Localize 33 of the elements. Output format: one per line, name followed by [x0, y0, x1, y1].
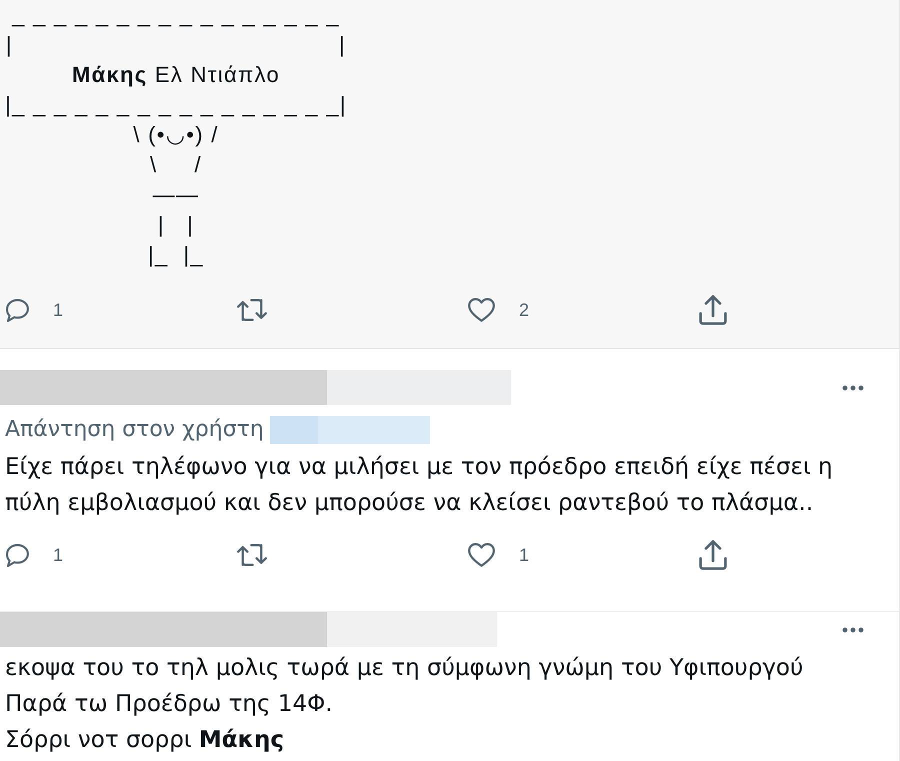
speech-bubble-icon: [6, 544, 29, 566]
ascii-art-line: _ _ _ _ _ _ _ _ _ _ _ _ _ _ _ _: [10, 1, 341, 29]
share-icon: [699, 295, 727, 325]
retweet-button[interactable]: [237, 298, 267, 322]
speech-bubble-icon: [6, 298, 29, 322]
ascii-art-line: |_ _ _ _ _ _ _ _ _ _ _ _ _ _ _ _|: [5, 91, 347, 119]
ascii-art-line: \ /: [149, 151, 203, 179]
tweet-card[interactable]: _ _ _ _ _ _ _ _ _ _ _ _ _ _ _ _ | | Μάκης Ελ Ντιάπλο |_ _ _ _ _ _ _ _ _ _ _ _ _ _ _ _| \ (•◡•) / \ / —— | | |_ |_ 1 2: [0, 0, 899, 349]
like-button[interactable]: 1: [468, 543, 530, 567]
share-button[interactable]: [699, 540, 727, 570]
more-button[interactable]: [842, 384, 864, 390]
reply-button[interactable]: 1: [6, 298, 64, 322]
retweet-icon: [237, 298, 267, 322]
more-icon: [842, 384, 864, 390]
retweet-icon: [237, 543, 267, 567]
reply-button[interactable]: 1: [6, 544, 64, 566]
more-button[interactable]: [842, 626, 864, 632]
heart-icon: [468, 543, 495, 567]
ascii-art-line: | |: [156, 211, 196, 239]
heart-icon: [468, 298, 495, 322]
ascii-art-line: Μάκης Ελ Ντιάπλο: [71, 61, 281, 89]
tweet-text: Είχε πάρει τηλέφωνο για να μιλήσει με τον πρόεδρο επειδή είχε πέσει η πύλη εμβολιασμού και δεν μπορούσε να κλείσει ραντεβού το πλάσμα..: [4, 453, 834, 518]
like-button[interactable]: 2: [468, 298, 530, 322]
ascii-art-line: |_ |_: [147, 241, 205, 269]
ascii-art-line: | |: [5, 31, 347, 59]
tweet-text: εκοψα του το τηλ μολις τωρά με τη σύμφωνη γνώμη του Υφιπουργού Παρά τω Προέδρω της 14Φ. Σόρρι νοτ σορρι Μάκης: [4, 654, 804, 755]
ascii-art-line: ——: [152, 181, 200, 209]
share-button[interactable]: [699, 295, 727, 325]
retweet-button[interactable]: [237, 543, 267, 567]
share-icon: [699, 540, 727, 570]
more-icon: [842, 626, 864, 632]
ascii-art-line: \ (•◡•) /: [132, 121, 220, 149]
reply-to-label: Απάντηση στον χρήστη: [5, 416, 264, 444]
